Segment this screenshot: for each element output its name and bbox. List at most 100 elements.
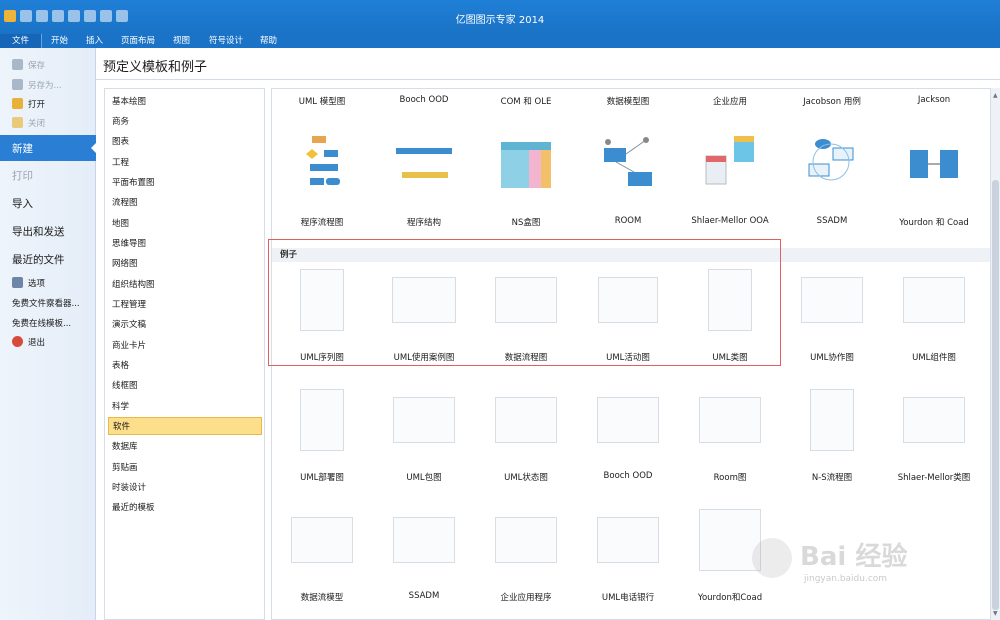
example-enterprise-app[interactable]: 企业应用程序 [476,509,576,609]
thumbnail-room [604,137,652,186]
gallery-scrollbar[interactable]: ▲ ▼ [990,88,1000,620]
highlight-box [268,239,781,366]
title-divider [96,79,1000,80]
backstage-nav: 保存 另存为... 打开 关闭 新建 打印 导入 导出和发送 最近的文件 选项 … [0,48,97,620]
thumbnail-ssadm [808,139,854,181]
tab-help[interactable]: 帮助 [260,34,277,48]
thumbnail-ssadm-example [393,517,455,563]
thumbnail-booch-ood [597,397,659,443]
thumbnail-data-flow-model [291,517,353,563]
category-science[interactable]: 科学 [108,398,262,416]
tab-home[interactable]: 开始 [51,34,68,48]
tab-file[interactable]: 文件 [0,34,42,48]
baidu-watermark: Bai 经验 jingyan.baidu.com [752,530,942,590]
example-uml-package[interactable]: UML包图 [374,389,474,489]
save-icon [12,59,23,70]
nav-new[interactable]: 新建 [0,135,97,161]
nav-recent-files[interactable]: 最近的文件 [0,250,96,268]
ribbon-tabs: 文件 开始 插入 页面布局 视图 符号设计 帮助 [0,34,1000,48]
category-mind-map[interactable]: 思维导图 [108,235,262,253]
category-wireframe[interactable]: 线框图 [108,377,262,395]
scroll-down-icon[interactable]: ▼ [993,610,998,617]
window-title: 亿图图示专家 2014 [455,15,545,26]
options-icon [12,277,23,288]
nav-save-as[interactable]: 另存为... [0,78,96,92]
thumbnail-ns-flowchart [810,389,854,451]
thumbnail-uml-deployment [300,389,344,451]
scroll-up-icon[interactable]: ▲ [993,92,998,99]
thumbnail-uml-state [495,397,557,443]
category-business[interactable]: 商务 [108,113,262,131]
template-program-structure[interactable]: 程序结构 [374,134,474,234]
example-ssadm[interactable]: SSADM [374,509,474,609]
thumbnail-yourdon-coad [910,150,958,178]
category-presentation[interactable]: 演示文稿 [108,316,262,334]
nav-close[interactable]: 关闭 [0,116,96,130]
example-room[interactable]: Room图 [680,389,780,489]
nav-import[interactable]: 导入 [0,194,96,212]
category-list: 基本绘图 商务 图表 工程 平面布置图 流程图 地图 思维导图 网络图 组织结构… [104,88,265,620]
template-shlaer-mellor-ooa[interactable]: Shlaer-Mellor OOA [680,134,780,234]
category-basic-drawing[interactable]: 基本绘图 [108,93,262,111]
tab-symbol-design[interactable]: 符号设计 [209,34,243,48]
template-room[interactable]: ROOM [578,134,678,234]
thumbnail-uml-phone-banking [597,517,659,563]
category-business-card[interactable]: 商业卡片 [108,337,262,355]
thumbnail-shlaer-mellor-class [903,397,965,443]
nav-free-viewer[interactable]: 免费文件察看器... [0,296,96,310]
category-org-chart[interactable]: 组织结构图 [108,276,262,294]
category-software[interactable]: 软件 [108,417,262,435]
template-program-flowchart[interactable]: 程序流程图 [272,134,372,234]
category-engineering[interactable]: 工程 [108,154,262,172]
category-chart[interactable]: 图表 [108,133,262,151]
example-uml-collaboration[interactable]: UML协作图 [782,269,882,369]
example-uml-state[interactable]: UML状态图 [476,389,576,489]
example-shlaer-mellor-class[interactable]: Shlaer-Mellor类图 [884,389,984,489]
nav-export-send[interactable]: 导出和发送 [0,222,96,240]
open-icon [12,98,23,109]
tab-insert[interactable]: 插入 [86,34,103,48]
example-uml-phone-banking[interactable]: UML电话银行 [578,509,678,609]
nav-exit[interactable]: 退出 [0,335,96,349]
category-floor-plan[interactable]: 平面布置图 [108,174,262,192]
paw-icon [752,538,792,578]
example-uml-component[interactable]: UML组件图 [884,269,984,369]
scrollbar-thumb[interactable] [992,180,999,610]
thumbnail-program-structure [396,148,452,178]
category-map[interactable]: 地图 [108,215,262,233]
category-fashion[interactable]: 时装设计 [108,479,262,497]
category-flowchart[interactable]: 流程图 [108,194,262,212]
example-data-flow-model[interactable]: 数据流模型 [272,509,372,609]
close-file-icon [12,117,23,128]
thumbnail-shlaer-mellor-ooa [705,136,754,185]
template-ns-box[interactable]: NS盒图 [476,134,576,234]
category-table[interactable]: 表格 [108,357,262,375]
category-database[interactable]: 数据库 [108,438,262,456]
tab-view[interactable]: 视图 [173,34,190,48]
nav-open[interactable]: 打开 [0,97,96,111]
category-clipart[interactable]: 剪贴画 [108,459,262,477]
exit-icon [12,336,23,347]
thumbnail-uml-package [393,397,455,443]
category-project-management[interactable]: 工程管理 [108,296,262,314]
nav-options[interactable]: 选项 [0,276,96,290]
category-network[interactable]: 网络图 [108,255,262,273]
nav-print[interactable]: 打印 [0,166,96,184]
thumbnail-uml-component [903,277,965,323]
nav-free-templates[interactable]: 免费在线模板... [0,316,96,330]
template-yourdon-coad[interactable]: Yourdon 和 Coad [884,134,984,234]
thumbnail-room-example [699,397,761,443]
thumbnail-enterprise-app [495,517,557,563]
example-ns-flowchart[interactable]: N-S流程图 [782,389,882,489]
tab-page-layout[interactable]: 页面布局 [121,34,155,48]
nav-save[interactable]: 保存 [0,58,96,72]
example-booch-ood[interactable]: Booch OOD [578,389,678,489]
save-as-icon [12,79,23,90]
category-recent-templates[interactable]: 最近的模板 [108,499,262,517]
thumbnail-program-flowchart [306,136,340,185]
main-panel: 预定义模板和例子 基本绘图 商务 图表 工程 平面布置图 流程图 地图 思维导图… [96,48,1000,620]
page-title: 预定义模板和例子 [103,60,208,75]
example-uml-deployment[interactable]: UML部署图 [272,389,372,489]
title-bar: 亿图图示专家 2014 [0,0,1000,34]
template-ssadm[interactable]: SSADM [782,134,882,234]
